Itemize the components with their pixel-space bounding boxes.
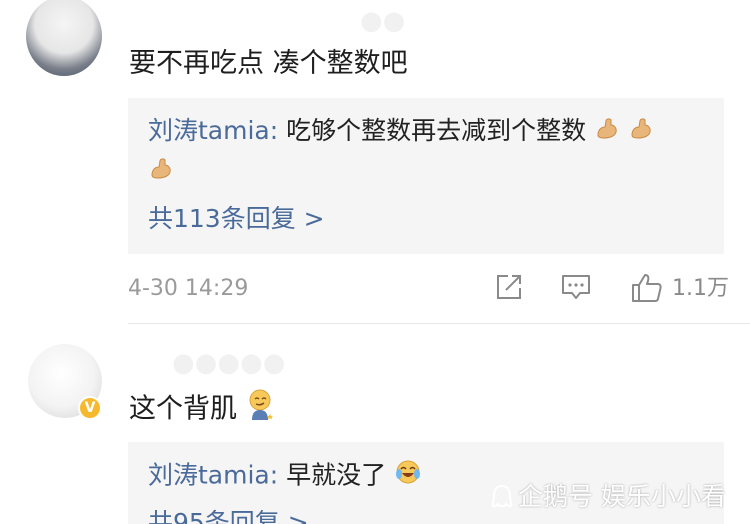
more-replies-link[interactable]: 共95条回复 > [148, 506, 309, 524]
faded-username: ●● [360, 6, 406, 36]
comment-icon [562, 275, 590, 299]
reply-line-continuation [148, 154, 174, 190]
reply-author-link[interactable]: 刘涛tamia: [148, 116, 278, 145]
reply-preview-box[interactable]: 刘涛tamia: 吃够个整数再去减到个整数 共113条回复 > [128, 98, 724, 254]
watermark-text: 企鹅号 娱乐小小看 [518, 482, 726, 511]
comment-divider [128, 323, 750, 324]
flexed-biceps-icon [628, 115, 654, 150]
like-count: 1.1万 [672, 276, 729, 301]
verified-badge: V [78, 396, 102, 420]
reply-line: 刘涛tamia: 早就没了 [148, 458, 422, 495]
reply-author-link[interactable]: 刘涛tamia: [148, 461, 278, 490]
reply-text: 早就没了 [286, 460, 387, 490]
comment-button[interactable] [560, 272, 592, 304]
more-replies-link[interactable]: 共113条回复 > [148, 202, 325, 236]
flexed-biceps-icon [594, 115, 620, 150]
like-icon [632, 274, 662, 302]
comment-text-row: 这个背肌 [129, 388, 276, 432]
penguin-logo-icon [490, 484, 514, 514]
weibo-comment-list: ●● 要不再吃点 凑个整数吧 刘涛tamia: 吃够个整数再去减到个整数 共11… [0, 0, 750, 524]
faded-username: ●●●●● [172, 348, 286, 378]
share-button[interactable] [494, 272, 524, 304]
smirk-face-icon [246, 388, 276, 432]
comment-timestamp: 4-30 14:29 [128, 276, 249, 301]
reply-line: 刘涛tamia: 吃够个整数再去减到个整数 [148, 114, 654, 150]
laughing-crying-face-icon [394, 458, 422, 495]
reply-text: 吃够个整数再去减到个整数 [286, 116, 587, 145]
user-avatar[interactable] [26, 0, 102, 76]
comment-text: 这个背肌 [129, 393, 237, 425]
like-button[interactable] [630, 272, 664, 304]
flexed-biceps-icon [148, 155, 174, 190]
share-icon [497, 275, 521, 299]
comment-text: 要不再吃点 凑个整数吧 [129, 48, 408, 79]
